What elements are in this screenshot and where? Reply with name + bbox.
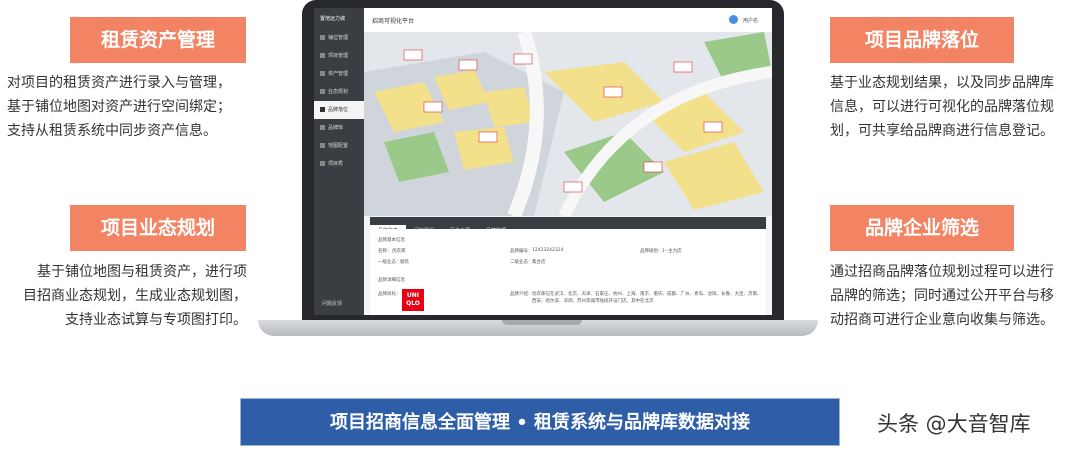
summary-banner: 项目招商信息全面管理 • 租赁系统与品牌库数据对接	[240, 398, 840, 446]
feature-desc-business-planning: 基于铺位地图与租赁资产，进行项 目招商业态规划，生成业态规划图， 支持业态试算与…	[23, 264, 247, 328]
app-sidebar: 置地远力城 铺位管理项目管理资产管理业态规划品牌落位品牌库地图配置项目秀 问题反…	[314, 8, 364, 315]
cat1-label: 一级业态：	[378, 260, 401, 265]
name-label: 名称：	[378, 249, 392, 254]
brand-detail-panel: 品牌基本信息 名称： 优衣库 品牌编号： 12423242324 品牌级别： 1…	[370, 229, 766, 315]
menu-icon	[320, 71, 325, 76]
sidebar-item[interactable]: 项目秀	[314, 155, 364, 173]
menu-icon	[320, 125, 325, 130]
floor-map-canvas[interactable]	[364, 32, 772, 216]
cat1-value: 服装	[400, 260, 409, 265]
menu-icon	[320, 35, 325, 40]
sidebar-item[interactable]: 地图配置	[314, 137, 364, 155]
intro-label: 品牌介绍：	[510, 292, 533, 297]
sidebar-item[interactable]: 业态规划	[314, 83, 364, 101]
menu-icon	[320, 143, 325, 148]
feature-title-brand-placement: 项目品牌落位	[830, 17, 1014, 63]
menu-icon	[320, 161, 325, 166]
menu-icon	[320, 53, 325, 58]
sidebar-item-label: 资产管理	[328, 71, 349, 77]
feature-title-brand-screening: 品牌企业筛选	[830, 205, 1014, 251]
sidebar-item[interactable]: 品牌库	[314, 119, 364, 137]
cat2-value: 集合店	[532, 260, 546, 265]
section-basic-info: 品牌基本信息	[378, 238, 405, 243]
sidebar-item[interactable]: 品牌落位	[314, 101, 364, 119]
laptop-notch	[502, 320, 582, 325]
uniqlo-logo: UNI QLO	[402, 289, 424, 311]
page-title: 招商可视化平台	[372, 18, 415, 25]
name-value: 优衣库	[392, 249, 406, 254]
level-label: 品牌级别：	[640, 249, 663, 254]
avatar[interactable]	[729, 15, 738, 24]
app-screen: 置地远力城 铺位管理项目管理资产管理业态规划品牌落位品牌库地图配置项目秀 问题反…	[314, 8, 772, 315]
user-menu[interactable]: 用户名	[743, 17, 758, 24]
section-detail-info: 品牌详细信息	[378, 278, 405, 283]
feature-desc-brand-placement: 基于业态规划结果，以及同步品牌库 信息，可以进行可视化的品牌落位规 划，可共享给…	[830, 75, 1054, 139]
detail-tabs: 品牌信息门店情况历史合同经营数据	[370, 217, 766, 237]
sidebar-project-title: 置地远力城	[320, 16, 346, 22]
sidebar-item[interactable]: 项目管理	[314, 47, 364, 65]
sidebar-item-label: 项目管理	[328, 53, 349, 59]
feature-desc-lease-asset: 对项目的租赁资产进行录入与管理， 基于铺位地图对资产进行空间绑定； 支持从租赁系…	[7, 75, 231, 139]
sidebar-item-label: 业态规划	[328, 89, 349, 95]
code-value: 12423242324	[532, 248, 564, 253]
menu-icon	[320, 89, 325, 94]
watermark: 头条 @大音智库	[877, 412, 1031, 436]
logo-label: 品牌商标：	[378, 292, 401, 297]
feedback-link[interactable]: 问题反馈	[322, 300, 342, 307]
sidebar-item[interactable]: 资产管理	[314, 65, 364, 83]
feature-title-business-planning: 项目业态规划	[70, 205, 246, 251]
menu-icon	[320, 107, 325, 112]
app-header: 招商可视化平台 用户名	[364, 8, 772, 33]
feature-title-lease-asset: 租赁资产管理	[70, 17, 246, 63]
sidebar-item-label: 品牌落位	[328, 107, 349, 113]
floor-map[interactable]	[364, 32, 772, 216]
code-label: 品牌编号：	[510, 249, 533, 254]
sidebar-item-label: 铺位管理	[328, 35, 349, 41]
sidebar-item-label: 项目秀	[328, 161, 344, 167]
sidebar-item[interactable]: 铺位管理	[314, 29, 364, 47]
feature-desc-brand-screening: 通过招商品牌落位规划过程可以进行 品牌的筛选；同时通过公开平台与移 动招商可进行…	[830, 264, 1054, 328]
intro-value: 优衣库已在武汉、北京、天津、石家庄、杭州、上海、南京、重庆、成都、广州、青岛、沈…	[532, 292, 762, 304]
sidebar-item-label: 地图配置	[328, 143, 349, 149]
level-value: 1--主力店	[662, 249, 682, 254]
sidebar-item-label: 品牌库	[328, 125, 344, 131]
cat2-label: 二级业态：	[510, 260, 533, 265]
